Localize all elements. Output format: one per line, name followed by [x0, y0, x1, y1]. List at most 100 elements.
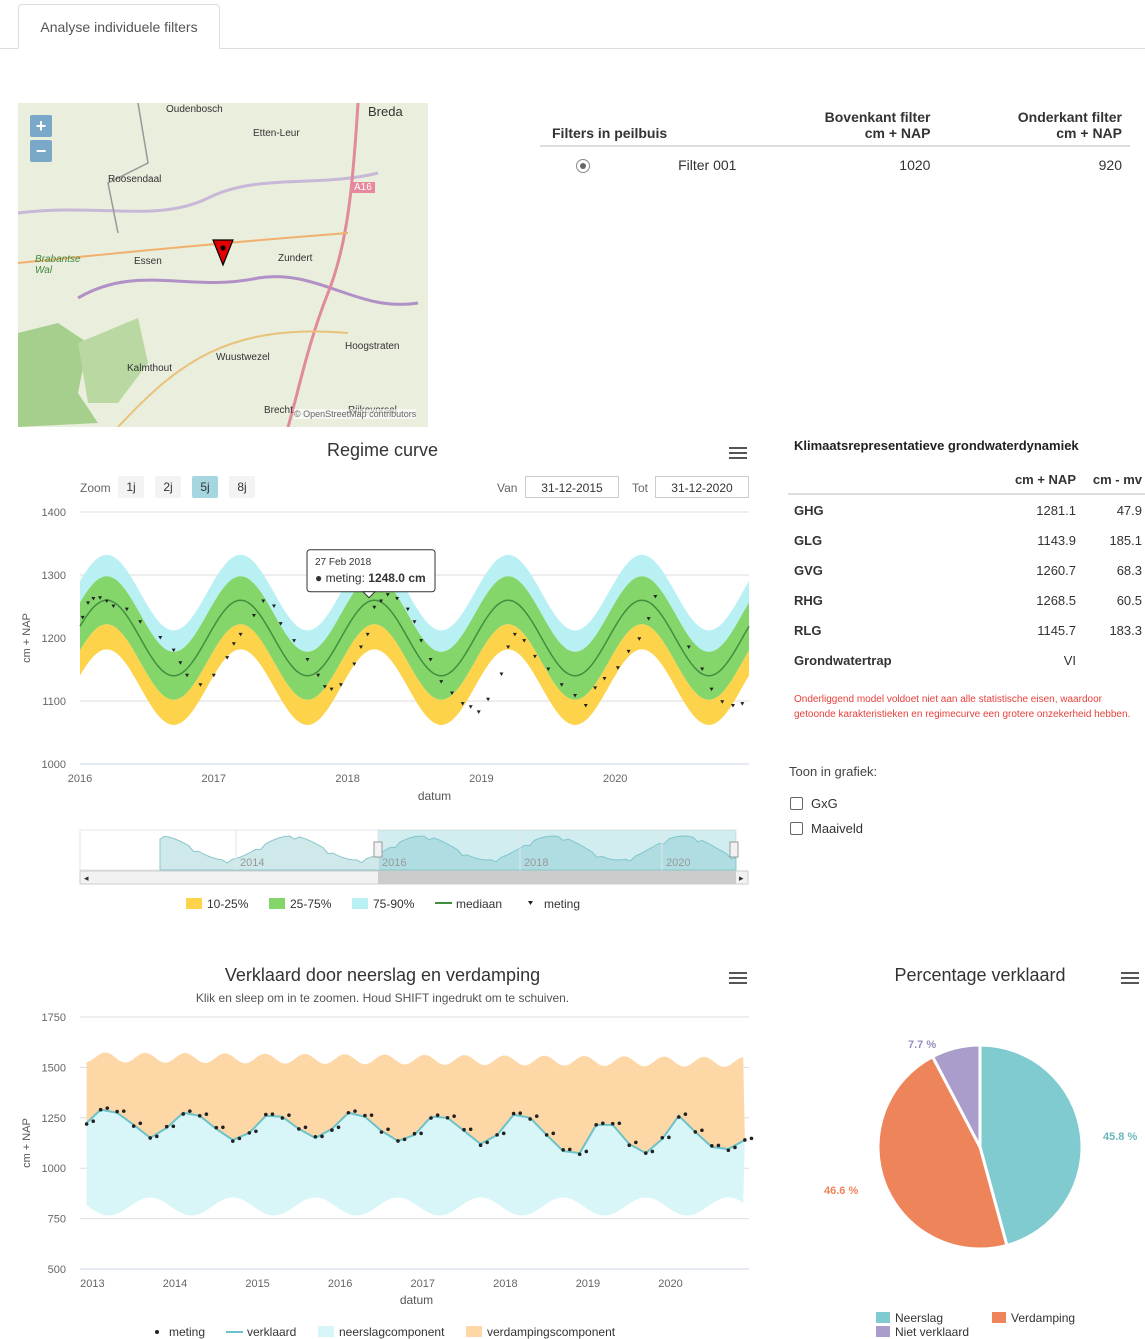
regime-menu-icon[interactable] — [729, 447, 747, 461]
checkbox-maaiveld[interactable]: Maaiveld — [790, 821, 863, 836]
navigator-label: 2014 — [240, 857, 264, 869]
legend-swatch — [318, 1326, 334, 1337]
meting-point — [650, 1149, 655, 1154]
scrollbar-left-arrow: ◂ — [84, 873, 89, 883]
pie-chart[interactable]: 45.8 % 46.6 % 7.7 % Neerslag Verdamping Niet … — [790, 1000, 1145, 1339]
x-tick-label: 2015 — [245, 1278, 269, 1290]
row-mv: 60.5 — [1116, 592, 1142, 608]
meting-point — [468, 705, 473, 709]
tab-analyse-individuele-filters[interactable]: Analyse individuele filters — [18, 4, 220, 49]
meting-point — [610, 1121, 615, 1126]
meting-point — [98, 1107, 103, 1112]
checkbox-gxg[interactable]: GxG — [790, 796, 838, 811]
meting-point — [247, 1131, 252, 1135]
zoom-button-8j[interactable]: 8j — [229, 476, 255, 498]
row-nap: 1260.7 — [1036, 562, 1076, 578]
row-label: Grondwatertrap — [794, 652, 892, 668]
zoom-button-1j[interactable]: 1j — [118, 476, 144, 498]
navigator-label: 2016 — [382, 857, 406, 869]
x-tick-label: 2020 — [603, 773, 627, 785]
row-nap: 1281.1 — [1036, 502, 1076, 518]
meting-point — [660, 1135, 665, 1140]
checkbox-gxg-box[interactable] — [790, 797, 803, 810]
meting-point — [105, 1106, 110, 1110]
map-label: Wuustwezel — [216, 352, 270, 363]
map[interactable]: + − Breda Oudenbosch Etten-Leur Roosenda… — [18, 103, 428, 427]
toon-label: Toon in grafiek: — [789, 764, 878, 779]
van-date-input[interactable]: 31-12-2015 — [525, 476, 619, 498]
col-header-onderkant-line2: cm + NAP — [1056, 125, 1122, 141]
row-label: GVG — [794, 562, 823, 578]
map-label: Breda — [368, 104, 403, 119]
legend-label: mediaan — [456, 897, 502, 911]
legend-swatch — [992, 1312, 1006, 1323]
meting-point — [435, 1113, 440, 1117]
x-tick-label: 2017 — [202, 773, 226, 785]
filter-radio[interactable] — [576, 159, 590, 174]
filter-onderkant: 920 — [1098, 157, 1122, 174]
map-label: Kalmthout — [127, 363, 173, 374]
zoom-button-2j[interactable]: 2j — [155, 476, 181, 498]
meting-point — [462, 1127, 466, 1132]
meting-point — [577, 1152, 582, 1157]
col-header-bovenkant-line1: Bovenkant filter — [824, 109, 931, 125]
meting-point — [138, 1121, 143, 1126]
row-label: GHG — [794, 502, 824, 518]
table-row[interactable]: Filter 001 1020 920 — [540, 146, 1130, 183]
tot-date-input[interactable]: 31-12-2020 — [655, 476, 749, 498]
map-zoom-in-button[interactable]: + — [30, 115, 52, 137]
meting-point — [683, 1112, 688, 1116]
col-header-label — [788, 466, 920, 495]
checkbox-gxg-label: GxG — [811, 796, 838, 811]
meting-point — [528, 1117, 532, 1121]
row-nap: 1143.9 — [1037, 532, 1076, 548]
legend-label: meting — [169, 1325, 205, 1339]
y-tick-label: 1250 — [42, 1113, 66, 1125]
legend-swatch — [269, 898, 285, 909]
regime-chart[interactable]: 1000 1100 1200 1300 1400 2016 2017 2018 2019 2020… — [0, 500, 760, 920]
pie-data-label: 46.6 % — [824, 1185, 858, 1197]
checkbox-maaiveld-box[interactable] — [790, 822, 803, 835]
scrollbar-right-arrow: ▸ — [739, 873, 744, 883]
pie-menu-icon[interactable] — [1121, 972, 1139, 986]
meting-point — [188, 1109, 192, 1113]
y-tick-label: 500 — [48, 1264, 66, 1276]
zoom-button-5j[interactable]: 5j — [192, 476, 218, 498]
meting-point — [270, 1112, 275, 1116]
meting-point — [419, 1131, 423, 1136]
tooltip-value: 1248.0 cm — [368, 571, 425, 585]
meting-point — [386, 1127, 390, 1132]
meting-point — [485, 1140, 489, 1145]
pie-data-label: 45.8 % — [1103, 1131, 1137, 1143]
meting-point — [330, 1128, 334, 1132]
x-tick-label: 2014 — [163, 1278, 187, 1290]
y-tick-label: 1000 — [42, 759, 66, 771]
legend-swatch — [352, 898, 368, 909]
meting-point — [743, 1138, 747, 1142]
meting-point — [601, 1121, 605, 1126]
tooltip-date: 27 Feb 2018 — [315, 557, 372, 568]
y-tick-label: 1400 — [42, 507, 66, 519]
meting-point — [214, 1125, 219, 1130]
row-nap: 1268.5 — [1036, 592, 1076, 608]
verklaard-menu-icon[interactable] — [729, 972, 747, 986]
meting-point — [164, 1124, 169, 1129]
meting-point — [254, 1129, 258, 1134]
col-header-mv: cm - mv — [1082, 466, 1145, 495]
y-tick-label: 1000 — [42, 1163, 66, 1175]
col-header-bovenkant: Bovenkant filter cm + NAP — [744, 105, 939, 147]
verklaard-chart[interactable]: 500 750 1000 1250 1500 1750 2013 2014 2015 2016 20… — [0, 1005, 760, 1339]
col-header-onderkant-line1: Onderkant filter — [1017, 109, 1122, 125]
regime-chart-title: Regime curve — [326, 440, 439, 460]
meting-point — [313, 1134, 318, 1139]
map-marker-dot — [220, 245, 226, 251]
y-tick-label: 1100 — [42, 696, 66, 708]
meting-point — [594, 1123, 599, 1127]
meting-point — [336, 1125, 341, 1130]
map-attribution: © OpenStreetMap contributors — [294, 409, 417, 419]
col-header-nap: cm + NAP — [920, 466, 1082, 495]
map-zoom-out-button[interactable]: − — [30, 140, 52, 162]
meting-point — [237, 1136, 242, 1141]
y-axis-label: cm + NAP — [21, 1118, 33, 1168]
filter-radio-cell[interactable] — [540, 146, 626, 183]
